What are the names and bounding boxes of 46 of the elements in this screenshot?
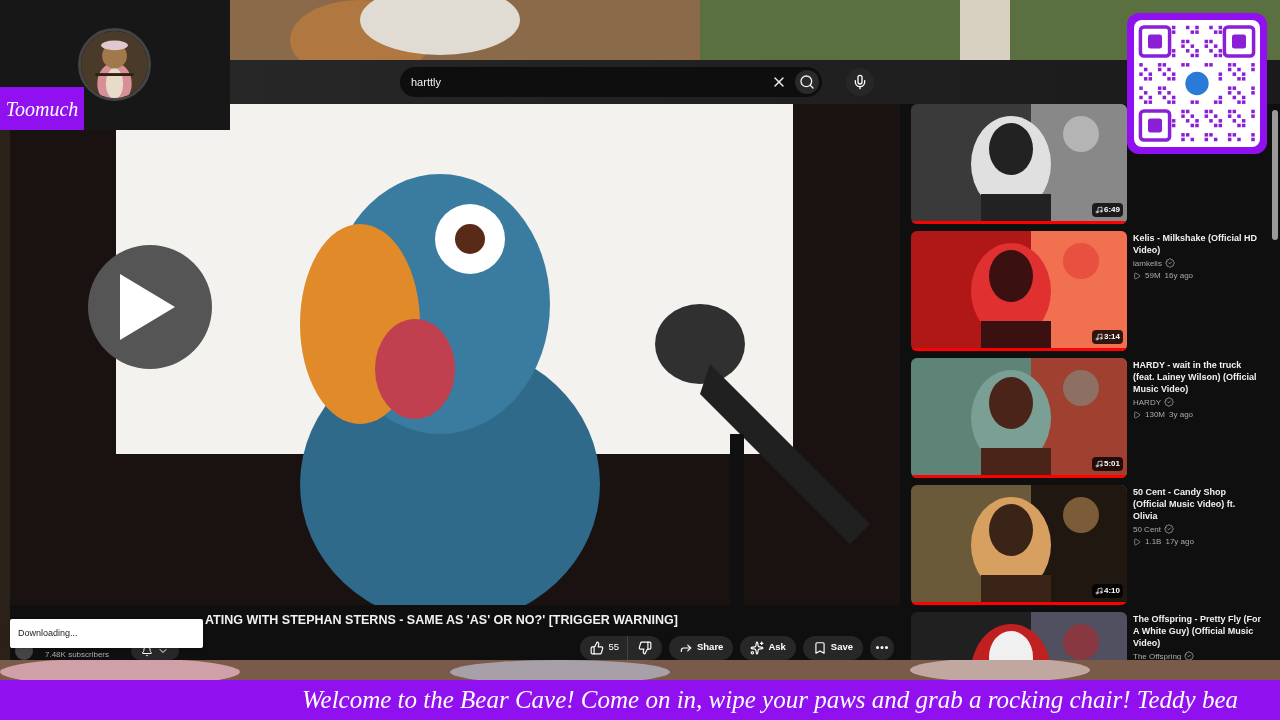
verified-icon bbox=[1164, 397, 1174, 407]
verified-icon bbox=[1164, 258, 1175, 268]
duration-badge: 4:10 bbox=[1092, 584, 1123, 598]
play-icon bbox=[1133, 272, 1141, 280]
streamer-name: Toomuch bbox=[5, 96, 79, 122]
duration-badge: 6:49 bbox=[1092, 203, 1123, 217]
search-icon bbox=[799, 74, 815, 90]
action-button[interactable]: Ask bbox=[740, 635, 796, 660]
verified-icon bbox=[1164, 524, 1175, 534]
search-button[interactable] bbox=[795, 70, 819, 94]
channel-name[interactable]: HARDY bbox=[1133, 397, 1161, 407]
verified-icon bbox=[1184, 651, 1195, 660]
channel-name[interactable]: The Offspring bbox=[1133, 651, 1182, 660]
welcome-banner-text: Welcome to the Bear Cave! Come on in, wipe your paws and grab a rocking chair! Teddy bea bbox=[302, 685, 1238, 716]
search-field[interactable]: harttly bbox=[400, 67, 822, 97]
video-title: ATING WITH STEPHAN STERNS - SAME AS 'AS' OR NO?' [TRIGGER WARNING] bbox=[205, 611, 678, 629]
sparkle-icon bbox=[750, 640, 765, 655]
action-button[interactable]: Save bbox=[802, 635, 863, 660]
video-title[interactable]: The Offspring - Pretty Fly (For A White Guy) (Official Music Video) bbox=[1133, 613, 1261, 649]
view-count: 130M bbox=[1145, 409, 1165, 421]
channel-name[interactable]: 50 Cent bbox=[1133, 524, 1162, 534]
channel-name[interactable]: iamkelis bbox=[1133, 258, 1162, 268]
upload-age: 17y ago bbox=[1165, 536, 1194, 548]
more-icon bbox=[876, 646, 888, 649]
subscriber-count: 7.48K subscribers bbox=[45, 650, 110, 660]
play-icon bbox=[1133, 538, 1141, 546]
bookmark-icon bbox=[812, 640, 827, 655]
download-toast: Downloading... bbox=[10, 619, 203, 648]
view-count: 1.1B bbox=[1145, 536, 1162, 548]
action-button[interactable]: Share bbox=[668, 635, 734, 660]
like-button[interactable]: 55 bbox=[580, 635, 627, 660]
duration-badge: 5:01 bbox=[1092, 457, 1123, 471]
duration-badge: 3:14 bbox=[1092, 330, 1123, 344]
play-icon bbox=[1133, 411, 1141, 419]
thumbs-up-icon bbox=[590, 640, 605, 655]
microphone-button[interactable] bbox=[846, 68, 874, 96]
more-button[interactable] bbox=[870, 635, 894, 660]
view-count: 59M bbox=[1145, 270, 1161, 282]
video-title[interactable]: Kelis - Milkshake (Official HD Video) bbox=[1133, 232, 1261, 256]
upload-age: 16y ago bbox=[1164, 270, 1194, 282]
microphone-icon bbox=[852, 74, 868, 90]
thumbs-down-icon bbox=[637, 640, 652, 655]
bell-icon bbox=[141, 645, 154, 657]
upload-age: 3y ago bbox=[1169, 409, 1194, 421]
video-title[interactable]: HARDY - wait in the truck (feat. Lainey Wilson) (Official Music Video) bbox=[1133, 359, 1261, 395]
video-title[interactable]: 50 Cent - Candy Shop (Official Music Video) ft. Olivia bbox=[1133, 486, 1261, 522]
